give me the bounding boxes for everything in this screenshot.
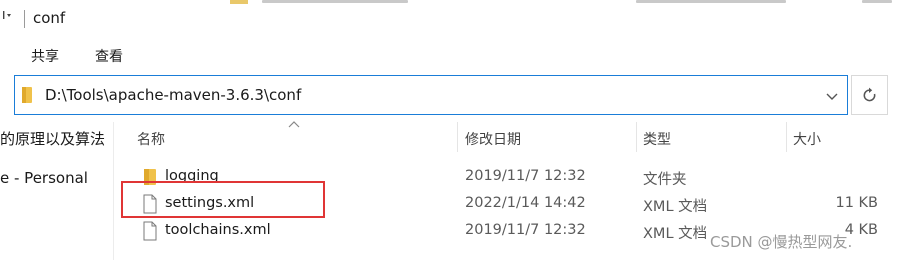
file-modified: 2019/11/7 12:32 bbox=[465, 222, 586, 238]
tab-view[interactable]: 查看 bbox=[95, 46, 123, 66]
ribbon: 共享 查看 bbox=[0, 38, 904, 70]
file-name: toolchains.xml bbox=[165, 222, 271, 238]
column-divider[interactable] bbox=[457, 122, 458, 152]
quick-access-icon[interactable] bbox=[2, 10, 12, 20]
column-header-size[interactable]: 大小 bbox=[793, 129, 821, 149]
watermark: CSDN @慢热型网友. bbox=[710, 233, 853, 251]
file-size: 11 KB bbox=[835, 195, 878, 211]
refresh-icon bbox=[863, 87, 876, 102]
nav-item[interactable]: e - Personal bbox=[0, 169, 88, 187]
file-type: XML 文档 bbox=[643, 199, 708, 215]
toolbar-divider bbox=[24, 10, 25, 28]
column-divider[interactable] bbox=[636, 122, 637, 152]
nav-item[interactable]: 的原理以及算法 bbox=[0, 128, 105, 149]
title-bar: conf bbox=[0, 0, 904, 38]
file-modified: 2022/1/14 14:42 bbox=[465, 195, 586, 211]
column-header-name[interactable]: 名称 bbox=[137, 129, 165, 149]
background-window-edge bbox=[230, 0, 248, 4]
address-path[interactable]: D:\Tools\apache-maven-3.6.3\conf bbox=[45, 86, 301, 104]
chevron-down-icon[interactable] bbox=[825, 89, 839, 103]
window-title: conf bbox=[33, 9, 66, 27]
column-header-type[interactable]: 类型 bbox=[643, 129, 671, 149]
background-window-edge bbox=[262, 0, 408, 3]
refresh-button[interactable] bbox=[851, 75, 888, 115]
file-type: 文件夹 bbox=[643, 172, 687, 188]
folder-icon bbox=[22, 87, 32, 103]
background-window-edge bbox=[862, 0, 892, 3]
sort-ascending-icon bbox=[288, 121, 300, 128]
column-divider[interactable] bbox=[786, 122, 787, 152]
file-type: XML 文档 bbox=[643, 226, 708, 242]
column-header-modified[interactable]: 修改日期 bbox=[465, 129, 521, 149]
address-bar[interactable]: D:\Tools\apache-maven-3.6.3\conf bbox=[14, 75, 848, 115]
annotation-highlight-box bbox=[121, 181, 325, 218]
document-icon bbox=[143, 221, 157, 241]
file-modified: 2019/11/7 12:32 bbox=[465, 168, 586, 184]
tab-share[interactable]: 共享 bbox=[31, 46, 59, 66]
background-window-edge bbox=[636, 0, 786, 3]
